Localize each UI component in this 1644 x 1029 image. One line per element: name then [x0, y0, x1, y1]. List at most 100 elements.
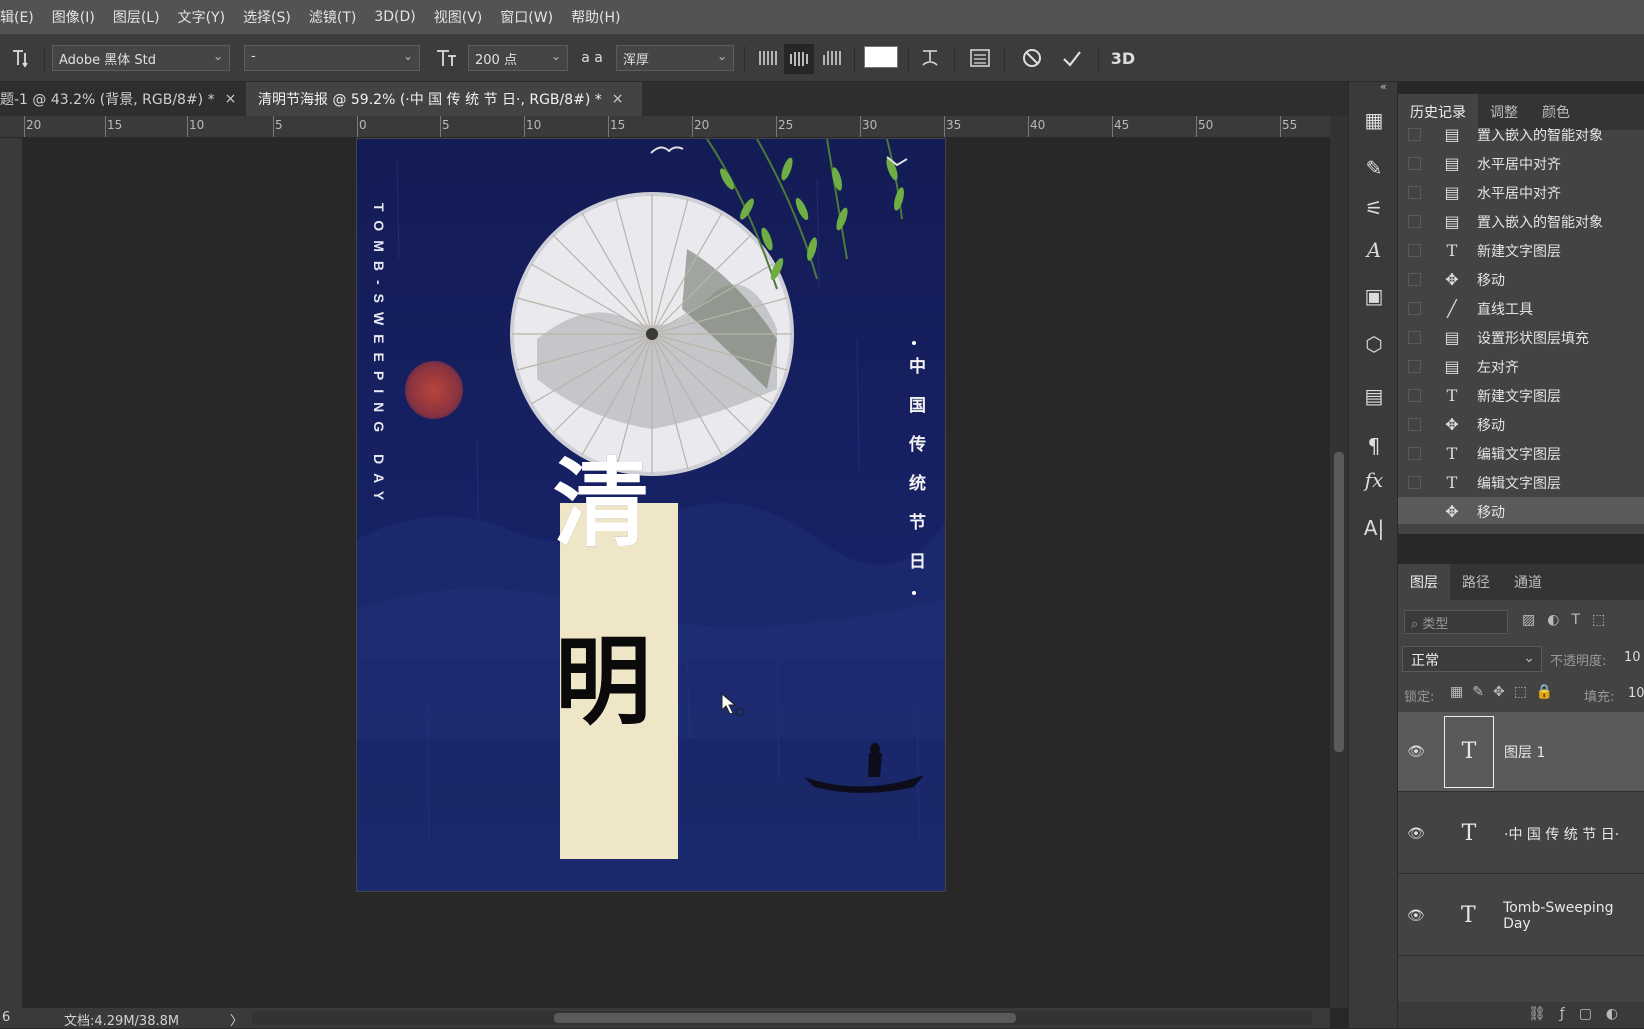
history-item[interactable]: ✥ 移动	[1398, 410, 1644, 439]
menu-select[interactable]: 选择(S)	[234, 7, 300, 27]
history-item[interactable]: T 编辑文字图层	[1398, 468, 1644, 497]
layer-row[interactable]: 👁 T 图层 1	[1398, 712, 1644, 792]
history-checkbox[interactable]	[1408, 157, 1421, 170]
history-item[interactable]: T 编辑文字图层	[1398, 439, 1644, 468]
paragraph-icon[interactable]: ¶	[1358, 430, 1390, 462]
glyphs-icon[interactable]: A|	[1358, 512, 1390, 544]
history-item[interactable]: ✥ 移动	[1398, 265, 1644, 294]
menu-view[interactable]: 视图(V)	[425, 7, 492, 27]
history-item[interactable]: T 新建文字图层	[1398, 236, 1644, 265]
properties-icon[interactable]: ▤	[1358, 380, 1390, 412]
scroll-thumb[interactable]	[1334, 452, 1344, 752]
horizontal-ruler: 20 15 10 5 0 5 10 15 20 25 30 35 40 45 5…	[0, 116, 1330, 138]
title-char-qing[interactable]: 清	[553, 449, 649, 559]
history-checkbox[interactable]	[1408, 302, 1421, 315]
status-menu-arrow[interactable]: 〉	[230, 1010, 243, 1029]
history-checkbox[interactable]	[1408, 389, 1421, 402]
history-checkbox[interactable]	[1408, 447, 1421, 460]
styles-fx-icon[interactable]: fx	[1358, 464, 1390, 496]
adjustments-icon[interactable]: ⚟	[1358, 192, 1390, 224]
tab-color[interactable]: 颜色	[1530, 94, 1582, 130]
align-right-icon[interactable]	[818, 44, 846, 72]
histogram-icon[interactable]: ▦	[1358, 104, 1390, 136]
vertical-scrollbar[interactable]	[1330, 116, 1348, 1008]
layer-row[interactable]: 👁 T Tomb-Sweeping Day	[1398, 876, 1644, 956]
history-checkbox[interactable]	[1408, 215, 1421, 228]
visibility-eye-icon[interactable]: 👁	[1398, 908, 1434, 924]
scroll-thumb[interactable]	[554, 1013, 1016, 1023]
history-checkbox[interactable]	[1408, 360, 1421, 373]
text-layer-thumbnail: T	[1444, 715, 1494, 788]
close-icon[interactable]: ×	[225, 91, 237, 107]
libraries-icon[interactable]: ▣	[1358, 280, 1390, 312]
3d-materials-icon[interactable]: ⬡	[1358, 328, 1390, 360]
history-item-current[interactable]: ✥ 移动	[1398, 497, 1644, 524]
brush-presets-icon[interactable]: ✎	[1358, 152, 1390, 184]
menu-window[interactable]: 窗口(W)	[491, 7, 562, 27]
lock-icons[interactable]: ▦✎✥⬚🔒	[1450, 684, 1562, 700]
font-family-select[interactable]: Adobe 黑体 Std ⌄	[52, 45, 230, 71]
horizontal-scrollbar[interactable]	[252, 1011, 1312, 1025]
opacity-value[interactable]: 10	[1624, 650, 1641, 665]
layer-name[interactable]: 图层 1	[1504, 742, 1545, 762]
menu-help[interactable]: 帮助(H)	[562, 7, 629, 27]
character-icon[interactable]: A	[1358, 234, 1390, 266]
tab-adjustments[interactable]: 调整	[1478, 94, 1530, 130]
history-checkbox[interactable]	[1408, 128, 1421, 141]
chinese-vertical-text: 中国传统节日	[905, 357, 925, 591]
tab-document-2[interactable]: 清明节海报 @ 59.2% (·中 国 传 统 节 日·, RGB/8#) * ×	[246, 82, 642, 116]
blend-mode-select[interactable]: 正常 ⌄	[1402, 646, 1542, 672]
tab-channels[interactable]: 通道	[1502, 564, 1554, 600]
history-checkbox[interactable]	[1408, 273, 1421, 286]
history-item[interactable]: T 新建文字图层	[1398, 381, 1644, 410]
history-checkbox[interactable]	[1408, 331, 1421, 344]
visibility-eye-icon[interactable]: 👁	[1398, 744, 1434, 760]
cancel-icon[interactable]	[1018, 44, 1046, 72]
warp-text-icon[interactable]	[916, 44, 944, 72]
history-checkbox[interactable]	[1408, 476, 1421, 489]
text-color-swatch[interactable]	[864, 46, 898, 68]
canvas-area[interactable]: TOMB-SWEEPING DAY 中国传统节日 清 明	[22, 138, 1330, 1008]
history-checkbox[interactable]	[1408, 418, 1421, 431]
history-item[interactable]: ▤ 置入嵌入的智能对象	[1398, 207, 1644, 236]
history-item[interactable]: ▤ 设置形状图层填充	[1398, 323, 1644, 352]
menu-filter[interactable]: 滤镜(T)	[300, 7, 365, 27]
title-char-ming[interactable]: 明	[555, 627, 651, 737]
tab-layers[interactable]: 图层	[1398, 564, 1450, 600]
layer-row[interactable]: 👁 T ·中 国 传 统 节 日·	[1398, 794, 1644, 874]
menu-3d[interactable]: 3D(D)	[365, 9, 424, 25]
visibility-eye-icon[interactable]: 👁	[1398, 826, 1434, 842]
vertical-type-tool-icon[interactable]	[6, 44, 36, 72]
commit-check-icon[interactable]	[1058, 44, 1086, 72]
history-checkbox[interactable]	[1408, 505, 1421, 518]
menu-edit[interactable]: 辑(E)	[0, 7, 43, 27]
history-item[interactable]: ╱ 直线工具	[1398, 294, 1644, 323]
layer-name[interactable]: Tomb-Sweeping Day	[1503, 900, 1644, 932]
history-item[interactable]: ▤ 水平居中对齐	[1398, 149, 1644, 178]
menu-image[interactable]: 图像(I)	[43, 7, 104, 27]
character-panel-icon[interactable]	[966, 44, 994, 72]
tab-document-1[interactable]: 题-1 @ 43.2% (背景, RGB/8#) * ×	[0, 82, 236, 116]
history-checkbox[interactable]	[1408, 244, 1421, 257]
panel-collapse-button[interactable]: «	[1380, 80, 1387, 93]
history-item[interactable]: ▤ 置入嵌入的智能对象	[1398, 128, 1644, 149]
menu-layer[interactable]: 图层(L)	[104, 7, 169, 27]
zoom-value[interactable]: 6	[2, 1010, 10, 1025]
antialias-select[interactable]: 浑厚 ⌄	[616, 45, 734, 71]
font-style-select[interactable]: - ⌄	[244, 45, 420, 71]
fill-value[interactable]: 10	[1628, 686, 1644, 701]
history-item[interactable]: ▤ 左对齐	[1398, 352, 1644, 381]
layer-filter-field[interactable]: ⌕ 类型	[1404, 610, 1508, 634]
poster-canvas[interactable]: TOMB-SWEEPING DAY 中国传统节日 清 明	[356, 138, 946, 892]
align-left-icon[interactable]	[754, 44, 782, 72]
3d-icon[interactable]: 3D	[1108, 44, 1138, 72]
align-center-icon[interactable]	[784, 44, 814, 74]
menu-type[interactable]: 文字(Y)	[169, 7, 234, 27]
tab-history[interactable]: 历史记录	[1398, 94, 1478, 130]
history-checkbox[interactable]	[1408, 186, 1421, 199]
font-size-select[interactable]: 200 点 ⌄	[468, 45, 568, 71]
history-item[interactable]: ▤ 水平居中对齐	[1398, 178, 1644, 207]
close-icon[interactable]: ×	[612, 91, 624, 107]
tab-paths[interactable]: 路径	[1450, 564, 1502, 600]
layer-name[interactable]: ·中 国 传 统 节 日·	[1504, 824, 1619, 844]
